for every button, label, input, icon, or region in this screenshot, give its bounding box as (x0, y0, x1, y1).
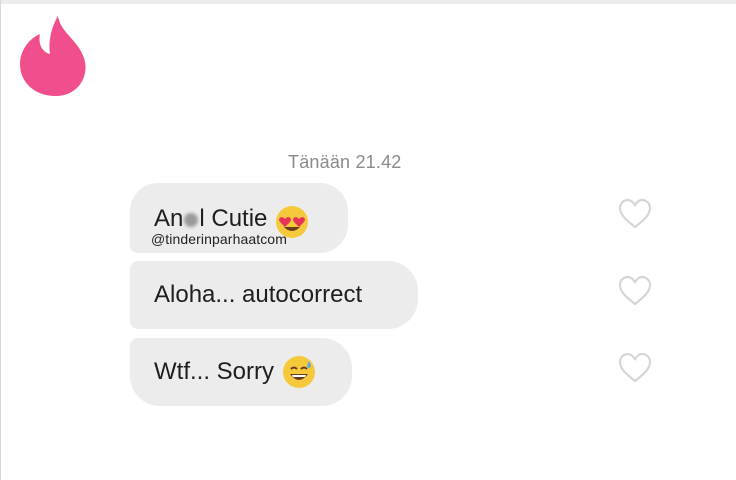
like-heart-icon-2[interactable] (617, 275, 653, 307)
message-text-3: Wtf... Sorry (154, 358, 274, 385)
message-bubble-2[interactable]: Aloha... autocorrect (130, 261, 418, 329)
left-edge (0, 0, 1, 480)
message-text-1-start: An (154, 205, 184, 232)
watermark: @tinderinparhaatcom (151, 231, 287, 247)
message-text-1: An l Cutie (154, 205, 267, 233)
like-heart-icon-1[interactable] (617, 198, 653, 230)
censor-blur (184, 212, 199, 227)
sweat-smile-emoji (283, 356, 315, 388)
like-heart-icon-3[interactable] (617, 352, 653, 384)
tinder-flame-logo (20, 16, 86, 96)
message-text-2: Aloha... autocorrect (154, 281, 363, 308)
chat-timestamp: Tänään 21.42 (288, 152, 402, 172)
message-bubble-3[interactable]: Wtf... Sorry (130, 338, 352, 406)
top-strip (0, 0, 736, 4)
message-text-1-end: l Cutie (199, 205, 268, 232)
